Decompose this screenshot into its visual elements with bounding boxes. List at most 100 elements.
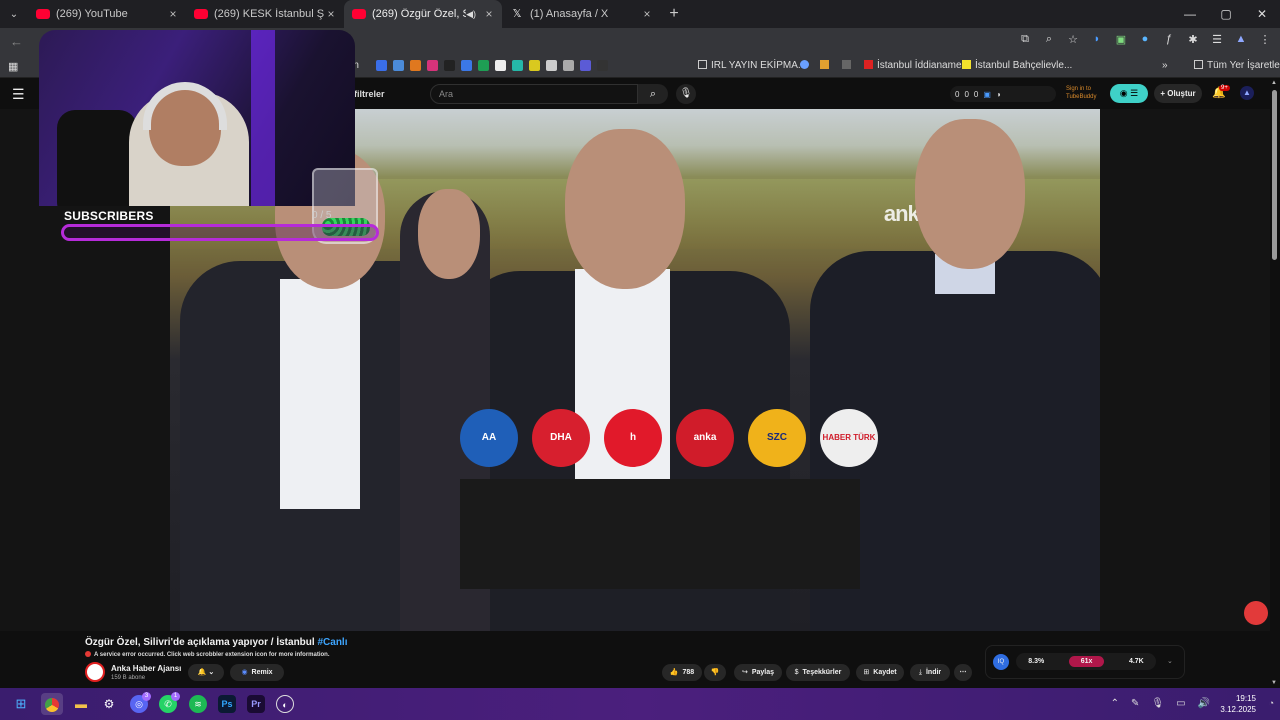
scrobbler-error[interactable]: A service error occurred. Click web scro…	[85, 651, 330, 658]
x-bookmark-icon[interactable]	[444, 60, 455, 71]
file-explorer-icon[interactable]: ▬	[72, 695, 90, 713]
close-window-icon[interactable]: ✕	[1244, 0, 1280, 28]
close-tab-icon[interactable]: ×	[324, 7, 338, 21]
scroll-up-icon[interactable]: ▲	[1271, 80, 1277, 86]
user-avatar[interactable]: ▲	[1240, 86, 1254, 100]
notification-center-icon[interactable]: ◔	[1269, 698, 1274, 708]
dislike-button[interactable]: 👎	[704, 664, 726, 681]
tab-search-chevron-icon[interactable]: ⌄	[0, 0, 28, 28]
apps-grid-icon[interactable]: ▦	[8, 60, 18, 73]
premiere-icon[interactable]: Pr	[247, 695, 265, 713]
hamburger-menu-icon[interactable]: ☰	[12, 86, 25, 103]
bookmark-iddianame[interactable]: İstanbul İddianamesi	[864, 60, 969, 71]
scrollbar-thumb[interactable]	[1272, 90, 1277, 260]
close-tab-icon[interactable]: ×	[166, 7, 180, 21]
bookmark-icon-13[interactable]	[580, 60, 591, 71]
tab-ozgur-ozel[interactable]: (269) Özgür Özel, Silivri'de ◀) ×	[344, 0, 502, 28]
download-icon: ⤓	[918, 669, 922, 676]
like-button[interactable]: 👍 788	[662, 664, 702, 681]
bookmark-icon-dash[interactable]	[842, 60, 855, 71]
create-button[interactable]: + Oluştur	[1154, 84, 1202, 103]
volume-icon[interactable]: 🔊	[1198, 698, 1210, 709]
tab-kesk[interactable]: (269) KESK İstanbul Şubeler Pla ×	[186, 0, 344, 28]
bookmark-star-icon[interactable]: ☆	[1066, 33, 1080, 46]
photoshop-icon[interactable]: Ps	[218, 695, 236, 713]
tab-x-home[interactable]: 𝕏 (1) Anasayfa / X ×	[502, 0, 660, 28]
search-input[interactable]: Ara	[430, 84, 638, 104]
bookmark-bahcelievler[interactable]: İstanbul Bahçelievle...	[962, 60, 1072, 71]
bookmark-icon-2[interactable]	[393, 60, 404, 71]
thanks-button[interactable]: $ Teşekkürler	[786, 664, 850, 681]
system-clock[interactable]: 19:15 3.12.2025	[1220, 693, 1256, 715]
bookmark-icon-gemini[interactable]	[800, 60, 813, 71]
video-title: Özgür Özel, Silivri'de açıklama yapıyor …	[85, 637, 347, 648]
video-title-hashtag[interactable]: #Canlı	[317, 637, 347, 648]
profile-avatar-icon[interactable]: ▲	[1234, 33, 1248, 46]
subscribe-bell-button[interactable]: 🔔 ⌄	[188, 664, 224, 681]
extensions-puzzle-icon[interactable]: ✱	[1186, 33, 1200, 46]
gemini-icon	[800, 60, 809, 69]
whatsapp-badge: 1	[171, 692, 180, 701]
close-tab-icon[interactable]: ×	[640, 7, 654, 21]
bookmark-icon-1[interactable]	[376, 60, 387, 71]
filters-button[interactable]: filtreler	[354, 89, 385, 99]
all-bookmarks[interactable]: Tüm Yer İşaretleri	[1194, 60, 1280, 71]
extension-a-icon[interactable]: ◗	[1090, 33, 1104, 46]
zoom-icon[interactable]: ⌕	[1042, 33, 1056, 46]
search-icon[interactable]: ⌕	[638, 84, 668, 104]
stats-extension-logo-icon[interactable]: IQ	[993, 654, 1009, 670]
bookmark-icon-11[interactable]	[546, 60, 557, 71]
chrome-icon[interactable]	[41, 693, 63, 715]
channel-avatar[interactable]	[85, 662, 105, 682]
obs-icon[interactable]: ◐	[276, 695, 294, 713]
more-actions-button[interactable]: ⋯	[954, 664, 972, 681]
pen-icon[interactable]: ✎	[1131, 698, 1139, 709]
new-tab-button[interactable]: +	[660, 5, 688, 23]
windows-start-icon[interactable]: ⊞	[12, 695, 30, 713]
cast-icon[interactable]: ⧉	[1018, 33, 1032, 46]
spotify-icon[interactable]: ≋	[189, 695, 207, 713]
microphone-tray-icon[interactable]: 🎙	[1151, 698, 1164, 709]
extension-c-icon[interactable]: ●	[1138, 33, 1152, 46]
bookmark-icon-9[interactable]	[512, 60, 523, 71]
bookmark-icon-3[interactable]	[410, 60, 421, 71]
bookmark-icon-12[interactable]	[563, 60, 574, 71]
bookmark-icon-10[interactable]	[529, 60, 540, 71]
bookmark-icon-pencil[interactable]	[820, 60, 833, 71]
expand-chevron-icon[interactable]: ⌄	[1167, 657, 1173, 665]
header-stats-pill[interactable]: 0 0 0 ▣ ◑	[950, 86, 1056, 102]
stat-engagement: 8.3%	[1028, 658, 1045, 665]
tubebuddy-signin[interactable]: Sign in to TubeBuddy	[1066, 85, 1096, 101]
voice-search-icon[interactable]: 🎙	[676, 84, 696, 104]
more-bookmarks-icon[interactable]: »	[1162, 60, 1168, 71]
minimize-icon[interactable]: —	[1172, 0, 1208, 28]
remix-button[interactable]: ◉ Remix	[230, 664, 284, 681]
reading-list-icon[interactable]: ☰	[1210, 33, 1224, 46]
bookmark-icon-14[interactable]	[597, 60, 608, 71]
audio-playing-icon[interactable]: ◀)	[466, 9, 476, 20]
display-icon[interactable]: ▭	[1176, 698, 1185, 709]
docs-icon[interactable]	[461, 60, 472, 71]
save-button[interactable]: ⊞ Kaydet	[856, 664, 904, 681]
download-button[interactable]: ⤓ İndir	[910, 664, 950, 681]
share-button[interactable]: ↪ Paylaş	[734, 664, 782, 681]
bookmark-irl[interactable]: IRL YAYIN EKİPMA...	[698, 60, 806, 71]
maximize-icon[interactable]: ▢	[1208, 0, 1244, 28]
instagram-icon[interactable]	[427, 60, 438, 71]
bookmark-icon-8[interactable]	[495, 60, 506, 71]
sheets-icon[interactable]	[478, 60, 489, 71]
extension-d-icon[interactable]: ƒ	[1162, 33, 1176, 46]
close-tab-icon[interactable]: ×	[482, 7, 496, 21]
extension-b-icon[interactable]: ▣	[1114, 33, 1128, 46]
browser-menu-icon[interactable]: ⋮	[1258, 33, 1272, 46]
tray-overflow-chevron-icon[interactable]: ⌃	[1111, 698, 1119, 709]
save-bookmark-icon: ⊞	[863, 669, 870, 676]
extension-pill-button[interactable]: ◉ ☰	[1110, 84, 1148, 103]
back-icon[interactable]: ←	[10, 34, 23, 49]
channel-name[interactable]: Anka Haber Ajansı	[111, 664, 181, 673]
scroll-down-icon[interactable]: ▼	[1271, 680, 1277, 686]
chevron-down-icon: ⌄	[208, 669, 215, 676]
page-scrollbar[interactable]: ▲ ▼	[1270, 78, 1280, 688]
tab-youtube-home[interactable]: (269) YouTube ×	[28, 0, 186, 28]
steam-icon[interactable]: ⚙	[100, 695, 118, 713]
